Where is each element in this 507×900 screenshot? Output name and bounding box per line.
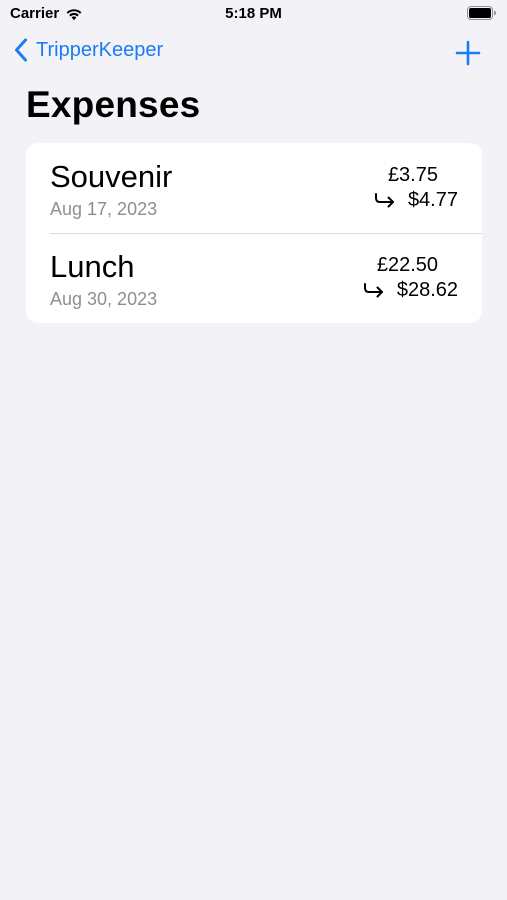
- chevron-left-icon: [15, 38, 27, 62]
- back-button[interactable]: TripperKeeper: [14, 38, 163, 62]
- expense-amounts: £22.50 $28.62: [363, 253, 458, 302]
- plus-icon: [455, 40, 481, 66]
- original-amount: £22.50: [376, 254, 438, 276]
- arrow-turn-right-icon: [374, 193, 394, 208]
- status-bar: Carrier 5:18 PM: [0, 0, 507, 30]
- battery-icon: [467, 6, 496, 20]
- converted-amount: $4.77: [407, 189, 458, 211]
- original-amount: £3.75: [387, 164, 438, 186]
- navigation-bar: TripperKeeper: [0, 36, 507, 70]
- expense-name: Lunch: [50, 249, 135, 284]
- expense-date: Aug 17, 2023: [50, 199, 158, 219]
- page-title: Expenses: [26, 84, 201, 125]
- expense-date: Aug 30, 2023: [50, 289, 158, 309]
- back-button-label: TripperKeeper: [36, 38, 164, 61]
- expense-list: Souvenir Aug 17, 2023 £3.75 $4.77 Lunch …: [26, 143, 482, 323]
- expense-amounts: £3.75 $4.77: [374, 163, 458, 212]
- expense-row-lunch[interactable]: Lunch Aug 30, 2023 £22.50 $28.62: [26, 233, 482, 323]
- converted-amount-line: $4.77: [374, 188, 458, 212]
- arrow-turn-right-icon: [363, 283, 383, 298]
- add-expense-button[interactable]: [455, 40, 481, 66]
- status-time: 5:18 PM: [225, 5, 282, 22]
- converted-amount: $28.62: [396, 279, 458, 301]
- converted-amount-line: $28.62: [363, 278, 458, 302]
- expense-row-souvenir[interactable]: Souvenir Aug 17, 2023 £3.75 $4.77: [26, 143, 482, 233]
- expense-name: Souvenir: [50, 159, 173, 194]
